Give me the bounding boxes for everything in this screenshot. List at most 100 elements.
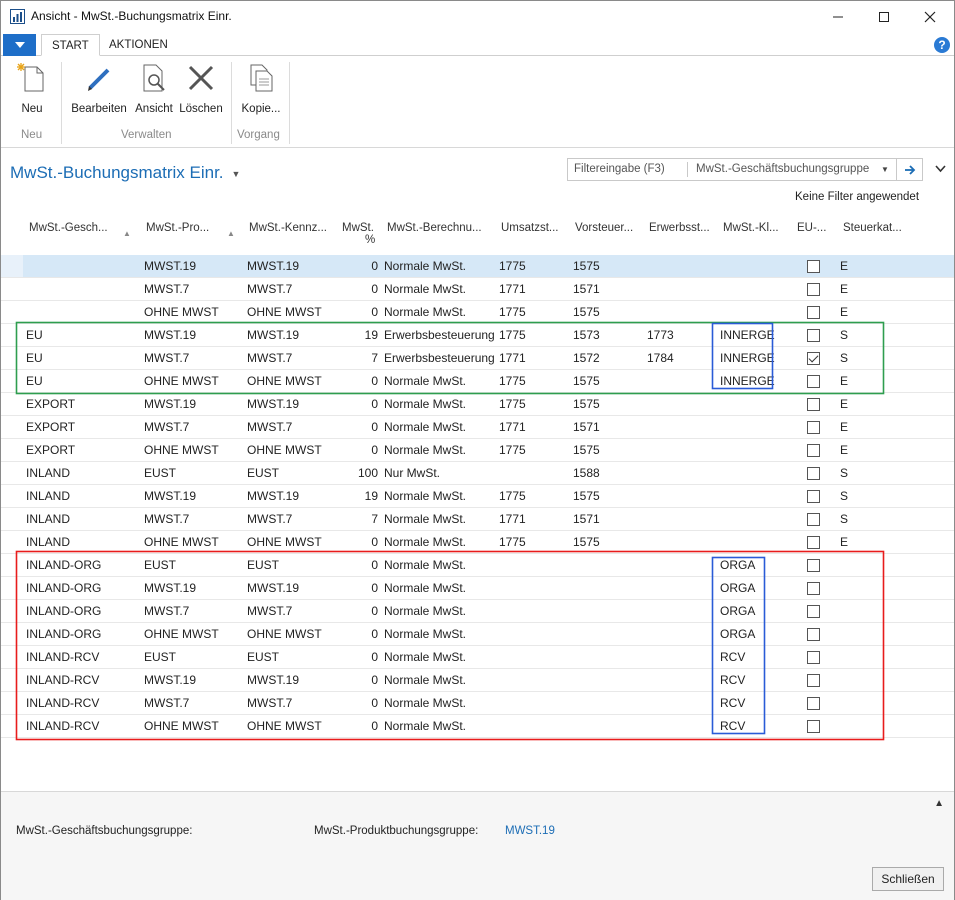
sort-up-icon: ▲ [227,229,235,238]
page-title[interactable]: MwSt.-Buchungsmatrix Einr. ▼ [10,163,240,183]
prod-group-value[interactable]: MWST.19 [505,825,555,837]
edit-button[interactable]: Bearbeiten [69,60,129,120]
eu-service-checkbox[interactable] [807,513,820,526]
table-row[interactable]: MWST.19 MWST.19 0 Normale MwSt. 1775 1575 E [1,255,954,278]
eu-service-checkbox[interactable] [807,260,820,273]
delete-icon [188,65,214,91]
minimize-button[interactable] [815,1,861,32]
ribbon-tabs: START AKTIONEN ? [1,34,954,56]
cell-prod: OHNE MWST [144,374,219,388]
cell-sales: 1771 [499,420,526,434]
row-selector[interactable] [1,255,23,277]
table-row[interactable]: INLAND-RCV MWST.19 MWST.19 0 Normale MwSt. RC… [1,669,954,692]
eu-service-checkbox[interactable] [807,628,820,641]
table-row[interactable]: EU MWST.19 MWST.19 19 Erwerbsbesteuerung 1775… [1,324,954,347]
eu-service-checkbox[interactable] [807,559,820,572]
cell-purch: 1575 [573,535,600,549]
table-row[interactable]: EXPORT OHNE MWST OHNE MWST 0 Normale MwSt. 17… [1,439,954,462]
cell-clause: ORGA [720,627,756,641]
tab-start[interactable]: START [41,34,100,56]
close-window-button[interactable] [907,1,953,32]
cell-purch: 1575 [573,397,600,411]
copy-label: Kopie... [241,103,281,115]
col-header-prod-group[interactable]: MwSt.-Pro... [146,222,209,234]
table-row[interactable]: EU MWST.7 MWST.7 7 Erwerbsbesteuerung 1771 157… [1,347,954,370]
eu-service-checkbox[interactable] [807,329,820,342]
cell-id: OHNE MWST [247,443,322,457]
table-row[interactable]: OHNE MWST OHNE MWST 0 Normale MwSt. 1775 1575… [1,301,954,324]
table-row[interactable]: INLAND-ORG OHNE MWST OHNE MWST 0 Normale MwS… [1,623,954,646]
eu-service-checkbox[interactable] [807,605,820,618]
cell-pct: 19 [364,489,378,503]
eu-service-checkbox[interactable] [807,490,820,503]
eu-service-checkbox[interactable] [807,306,820,319]
app-menu-button[interactable] [3,34,36,56]
eu-service-checkbox[interactable] [807,720,820,733]
eu-service-checkbox[interactable] [807,467,820,480]
col-header-calc-type[interactable]: MwSt.-Berechnu... [387,222,482,234]
eu-service-checkbox[interactable] [807,674,820,687]
table-row[interactable]: MWST.7 MWST.7 0 Normale MwSt. 1771 1571 E [1,278,954,301]
cell-tax: S [840,512,849,526]
table-row[interactable]: EXPORT MWST.19 MWST.19 0 Normale MwSt. 1775 15… [1,393,954,416]
table-row[interactable]: INLAND-RCV EUST EUST 0 Normale MwSt. RCV [1,646,954,669]
col-header-sales-vat[interactable]: Umsatzst... [501,222,559,234]
eu-service-checkbox[interactable] [807,444,820,457]
col-header-eu-service[interactable]: EU-... [797,222,826,234]
table-row[interactable]: INLAND-ORG MWST.19 MWST.19 0 Normale MwSt. OR… [1,577,954,600]
tab-aktionen[interactable]: AKTIONEN [99,34,178,56]
cell-pct: 0 [371,558,378,572]
maximize-button[interactable] [861,1,907,32]
eu-service-checkbox[interactable] [807,398,820,411]
chevron-down-icon[interactable]: ▼ [881,165,889,174]
cell-purch: 1575 [573,443,600,457]
table-row[interactable]: EU OHNE MWST OHNE MWST 0 Normale MwSt. 1775 15… [1,370,954,393]
col-header-tax-cat[interactable]: Steuerkat... [843,222,902,234]
new-button[interactable]: Neu [15,60,49,120]
table-row[interactable]: EXPORT MWST.7 MWST.7 0 Normale MwSt. 1771 1571… [1,416,954,439]
eu-service-checkbox[interactable] [807,651,820,664]
table-row[interactable]: INLAND-ORG MWST.7 MWST.7 0 Normale MwSt. ORGA [1,600,954,623]
view-button[interactable]: Ansicht [133,60,175,120]
col-header-vat-clause[interactable]: MwSt.-Kl... [723,222,779,234]
table-row[interactable]: INLAND-RCV MWST.7 MWST.7 0 Normale MwSt. RCV [1,692,954,715]
eu-service-checkbox[interactable] [807,582,820,595]
table-row[interactable]: INLAND-RCV OHNE MWST OHNE MWST 0 Normale MwS… [1,715,954,738]
col-header-vat-id[interactable]: MwSt.-Kennz... [249,222,327,234]
apply-filter-button[interactable] [896,159,923,180]
collapse-button[interactable] [935,162,946,176]
table-row[interactable]: INLAND-ORG EUST EUST 0 Normale MwSt. ORGA [1,554,954,577]
col-header-vat-pct[interactable]: MwSt.% [342,222,375,246]
chevron-up-icon[interactable]: ▲ [934,798,944,809]
eu-service-checkbox[interactable] [807,375,820,388]
cell-bus: INLAND-ORG [26,627,102,641]
eu-service-checkbox[interactable] [807,283,820,296]
col-header-acq-vat[interactable]: Erwerbsst... [649,222,710,234]
cell-prod: MWST.19 [144,328,197,342]
table-row[interactable]: INLAND OHNE MWST OHNE MWST 0 Normale MwSt. 17… [1,531,954,554]
cell-prod: MWST.7 [144,604,190,618]
copy-button[interactable]: Kopie... [240,60,282,120]
col-header-purch-vat[interactable]: Vorsteuer... [575,222,633,234]
eu-service-checkbox[interactable] [807,697,820,710]
col-header-bus-group[interactable]: MwSt.-Gesch... [29,222,108,234]
cell-id: MWST.7 [247,696,293,710]
cell-bus: INLAND [26,489,71,503]
cell-prod: MWST.19 [144,397,197,411]
eu-service-checkbox[interactable] [807,352,820,365]
delete-button[interactable]: Löschen [178,60,224,120]
cell-id: MWST.19 [247,489,300,503]
filter-input[interactable]: Filtereingabe (F3) [574,163,665,175]
table-row[interactable]: INLAND EUST EUST 100 Nur MwSt. 1588 S [1,462,954,485]
eu-service-checkbox[interactable] [807,421,820,434]
table-row[interactable]: INLAND MWST.19 MWST.19 19 Normale MwSt. 1775 1… [1,485,954,508]
filter-field-select[interactable]: MwSt.-Geschäftsbuchungsgruppe [696,163,869,175]
eu-service-checkbox[interactable] [807,536,820,549]
close-button[interactable]: Schließen [872,867,944,891]
cell-calc: Normale MwSt. [384,420,467,434]
help-icon[interactable]: ? [934,37,950,53]
cell-tax: E [840,282,849,296]
cell-bus: INLAND-ORG [26,604,102,618]
cell-calc: Normale MwSt. [384,650,467,664]
table-row[interactable]: INLAND MWST.7 MWST.7 7 Normale MwSt. 1771 1571… [1,508,954,531]
